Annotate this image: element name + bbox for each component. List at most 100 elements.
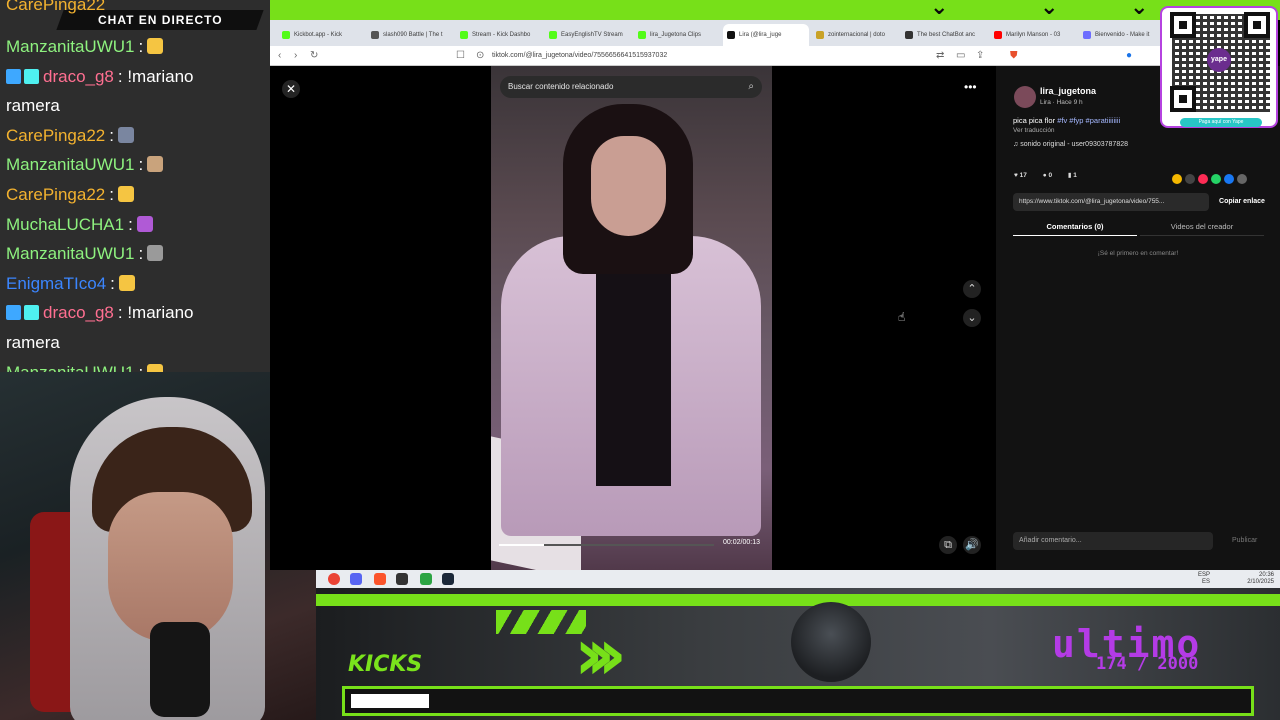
browser-tab[interactable]: The best ChatBot anc — [901, 24, 987, 46]
tab-label: Bienvenido - Make it — [1095, 32, 1150, 38]
tab-favicon-icon — [371, 31, 379, 39]
search-icon[interactable]: ⌕ — [748, 76, 754, 98]
browser-tab[interactable]: Bienvenido - Make it — [1079, 24, 1165, 46]
chat-username[interactable]: ManzanitaUWU1 — [6, 363, 135, 372]
share-options — [1172, 171, 1250, 189]
chat-message: draco_g8: !mariano — [6, 302, 193, 324]
chat-username[interactable]: ManzanitaUWU1 — [6, 37, 135, 56]
screenshot-icon[interactable]: ▭ — [956, 49, 965, 63]
microphone — [150, 622, 210, 717]
chat-text: : — [138, 244, 144, 264]
site-info-icon[interactable]: ⊙ — [476, 49, 484, 63]
tab-label: Stream - Kick Dashbo — [472, 32, 531, 38]
pip-icon[interactable]: ⧉ — [939, 536, 957, 554]
back-icon[interactable]: ‹ — [278, 49, 281, 63]
bookmark-icon[interactable]: ▮ 1 — [1068, 172, 1077, 179]
xbox-icon[interactable] — [420, 573, 432, 585]
extension-icon[interactable]: ● — [1126, 49, 1132, 63]
chat-username[interactable]: ManzanitaUWU1 — [6, 244, 135, 263]
keyboard-language[interactable]: ESP ES — [1198, 572, 1210, 586]
bookmark-icon[interactable]: ☐ — [456, 49, 465, 63]
discord-icon[interactable] — [350, 573, 362, 585]
copy-link-button[interactable]: Copiar enlace — [1212, 193, 1272, 211]
system-clock[interactable]: 20:36 2/10/2025 — [1247, 572, 1274, 586]
comment-icon[interactable]: ● 0 — [1043, 172, 1052, 179]
tab-comments[interactable]: Comentarios (0) — [1013, 218, 1137, 236]
chat-username[interactable]: CarePinga22 — [6, 0, 105, 14]
close-icon[interactable]: ✕ — [282, 80, 300, 98]
creator-avatar[interactable] — [1014, 86, 1036, 108]
chat-emote-icon — [147, 245, 164, 262]
browser-tab[interactable]: zointernacional | doto — [812, 24, 898, 46]
brave-shield-icon[interactable]: ⛊ — [1010, 49, 1018, 63]
chat-username[interactable]: CarePinga22 — [6, 126, 105, 145]
embed-icon[interactable] — [1185, 174, 1195, 184]
browser-tab[interactable]: lira_Jugetona Clips — [634, 24, 720, 46]
more-options-icon[interactable]: ••• — [964, 80, 977, 94]
chat-emote-icon — [147, 38, 164, 54]
whatsapp-icon[interactable] — [1211, 174, 1221, 184]
address-bar: ‹ › ↻ ☐ ⊙ tiktok.com/@lira_jugetona/vide… — [270, 46, 1160, 66]
subscriber-badge-icon — [6, 305, 21, 321]
tab-favicon-icon — [727, 31, 735, 39]
chat-message: ManzanitaUWU1: — [6, 362, 164, 372]
publish-button[interactable]: Publicar — [1232, 532, 1257, 550]
tab-favicon-icon — [460, 31, 468, 39]
chat-username[interactable]: draco_g8 — [43, 303, 114, 322]
repost-icon[interactable] — [1172, 174, 1182, 184]
translate-icon[interactable]: ⇄ — [936, 49, 944, 63]
forward-icon[interactable]: › — [294, 49, 297, 63]
tiktok-video[interactable]: Buscar contenido relacionado ⌕ 00:02/00:… — [491, 66, 772, 570]
goal-progress-bar — [342, 686, 1254, 716]
chrome-icon[interactable] — [328, 573, 340, 585]
neon-arrows-icon: ››› — [574, 612, 627, 696]
like-icon[interactable]: ♥ 17 — [1014, 172, 1027, 179]
facebook-icon[interactable] — [1224, 174, 1234, 184]
tab-favicon-icon — [638, 31, 646, 39]
share-arrow-icon[interactable] — [1237, 174, 1247, 184]
tab-label: slash090 Battle | The t — [383, 32, 443, 38]
browser-tab[interactable]: Marilyn Manson - 03 — [990, 24, 1076, 46]
chat-username[interactable]: MuchaLUCHA1 — [6, 215, 124, 234]
caption-hashtags[interactable]: #fv #fyp #paratiiiiiiii — [1057, 116, 1120, 125]
stream-overlay-bottom: KICKS ››› ultimo 174 / 2000 — [316, 588, 1280, 720]
chat-username[interactable]: ManzanitaUWU1 — [6, 155, 135, 174]
chat-username[interactable]: CarePinga22 — [6, 185, 105, 204]
goal-count: 174 / 2000 — [1096, 654, 1199, 674]
browser-tab[interactable]: Stream - Kick Dashbo — [456, 24, 542, 46]
share-link-field[interactable]: https://www.tiktok.com/@lira_jugetona/vi… — [1013, 193, 1209, 211]
browser-tab[interactable]: Kickbot.app - Kick — [278, 24, 364, 46]
chat-message: CarePinga22: — [6, 184, 134, 206]
browser-tab[interactable]: EasyEnglishTV Stream — [545, 24, 631, 46]
obs-icon[interactable] — [396, 573, 408, 585]
creator-username[interactable]: lira_jugetona — [1040, 86, 1096, 96]
qr-finder — [1170, 86, 1196, 112]
video-progress[interactable] — [499, 544, 714, 546]
related-search-input[interactable]: Buscar contenido relacionado ⌕ — [500, 76, 762, 98]
reload-icon[interactable]: ↻ — [310, 49, 318, 63]
comment-input[interactable]: Añadir comentario... — [1013, 532, 1213, 550]
previous-video-icon[interactable]: ⌃ — [963, 280, 981, 298]
sound-link[interactable]: ♫ sonido original - user09303787828 — [1013, 141, 1128, 148]
steam-icon[interactable] — [442, 573, 454, 585]
tab-creator-videos[interactable]: Videos del creador — [1140, 218, 1264, 236]
next-video-icon[interactable]: ⌄ — [963, 309, 981, 327]
tab-favicon-icon — [905, 31, 913, 39]
neon-top-strip: ⌄ ⌄ ⌄ — [270, 0, 1280, 20]
see-translation-link[interactable]: Ver traducción — [1013, 127, 1055, 134]
send-icon[interactable] — [1198, 174, 1208, 184]
browser-tab[interactable]: Lira (@lira_juge — [723, 24, 809, 46]
brave-icon[interactable] — [374, 573, 386, 585]
volume-icon[interactable]: 🔊 — [963, 536, 981, 554]
chat-username[interactable]: EnigmaTIco4 — [6, 274, 106, 293]
url-field[interactable]: tiktok.com/@lira_jugetona/video/75566566… — [492, 50, 667, 62]
chevron-down-icon: ⌄ — [1040, 0, 1059, 20]
browser-tab[interactable]: slash090 Battle | The t — [367, 24, 453, 46]
share-icon[interactable]: ⇪ — [976, 49, 984, 63]
video-time: 00:02/00:13 — [723, 539, 760, 546]
face — [591, 136, 666, 236]
yape-logo: yape — [1207, 48, 1231, 72]
chat-username[interactable]: draco_g8 — [43, 67, 114, 86]
chat-text: ramera — [6, 96, 60, 116]
yape-qr-card: yape Paga aquí con Yape — [1160, 6, 1278, 128]
